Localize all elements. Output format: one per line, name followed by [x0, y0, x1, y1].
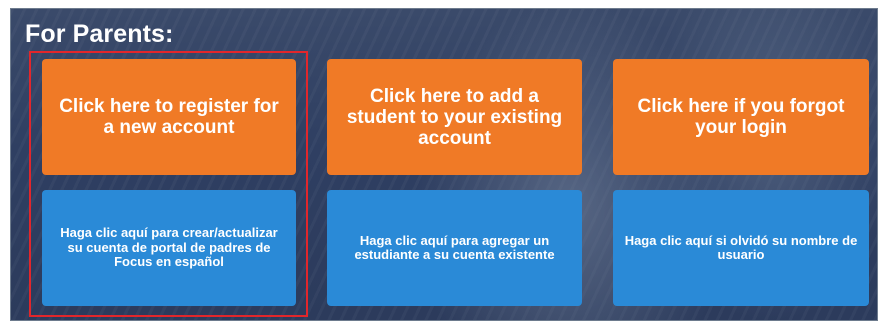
spanish-add-student-label: Haga clic aquí para agregar un estudiant… — [354, 232, 555, 262]
spanish-forgot-username-label: Haga clic aquí si olvidó su nombre de us… — [624, 232, 858, 262]
forgot-login-button[interactable]: Click here if you forgot your login — [613, 59, 869, 175]
spanish-add-student-button[interactable]: Haga clic aquí para agregar un estudiant… — [327, 190, 582, 306]
section-title: For Parents: — [25, 20, 174, 48]
spanish-create-update-account-button[interactable]: Haga clic aquí para crear/actualizar su … — [42, 190, 296, 306]
spanish-create-update-account-label: Haga clic aquí para crear/actualizar su … — [60, 225, 278, 270]
forgot-login-label: Click here if you forgot your login — [637, 96, 845, 138]
add-student-button[interactable]: Click here to add a student to your exis… — [327, 59, 582, 175]
parents-panel: For Parents: Click here to register for … — [10, 8, 878, 321]
register-new-account-label: Click here to register for a new account — [59, 96, 279, 138]
add-student-label: Click here to add a student to your exis… — [346, 85, 563, 149]
register-new-account-button[interactable]: Click here to register for a new account — [42, 59, 296, 175]
spanish-forgot-username-button[interactable]: Haga clic aquí si olvidó su nombre de us… — [613, 190, 869, 306]
